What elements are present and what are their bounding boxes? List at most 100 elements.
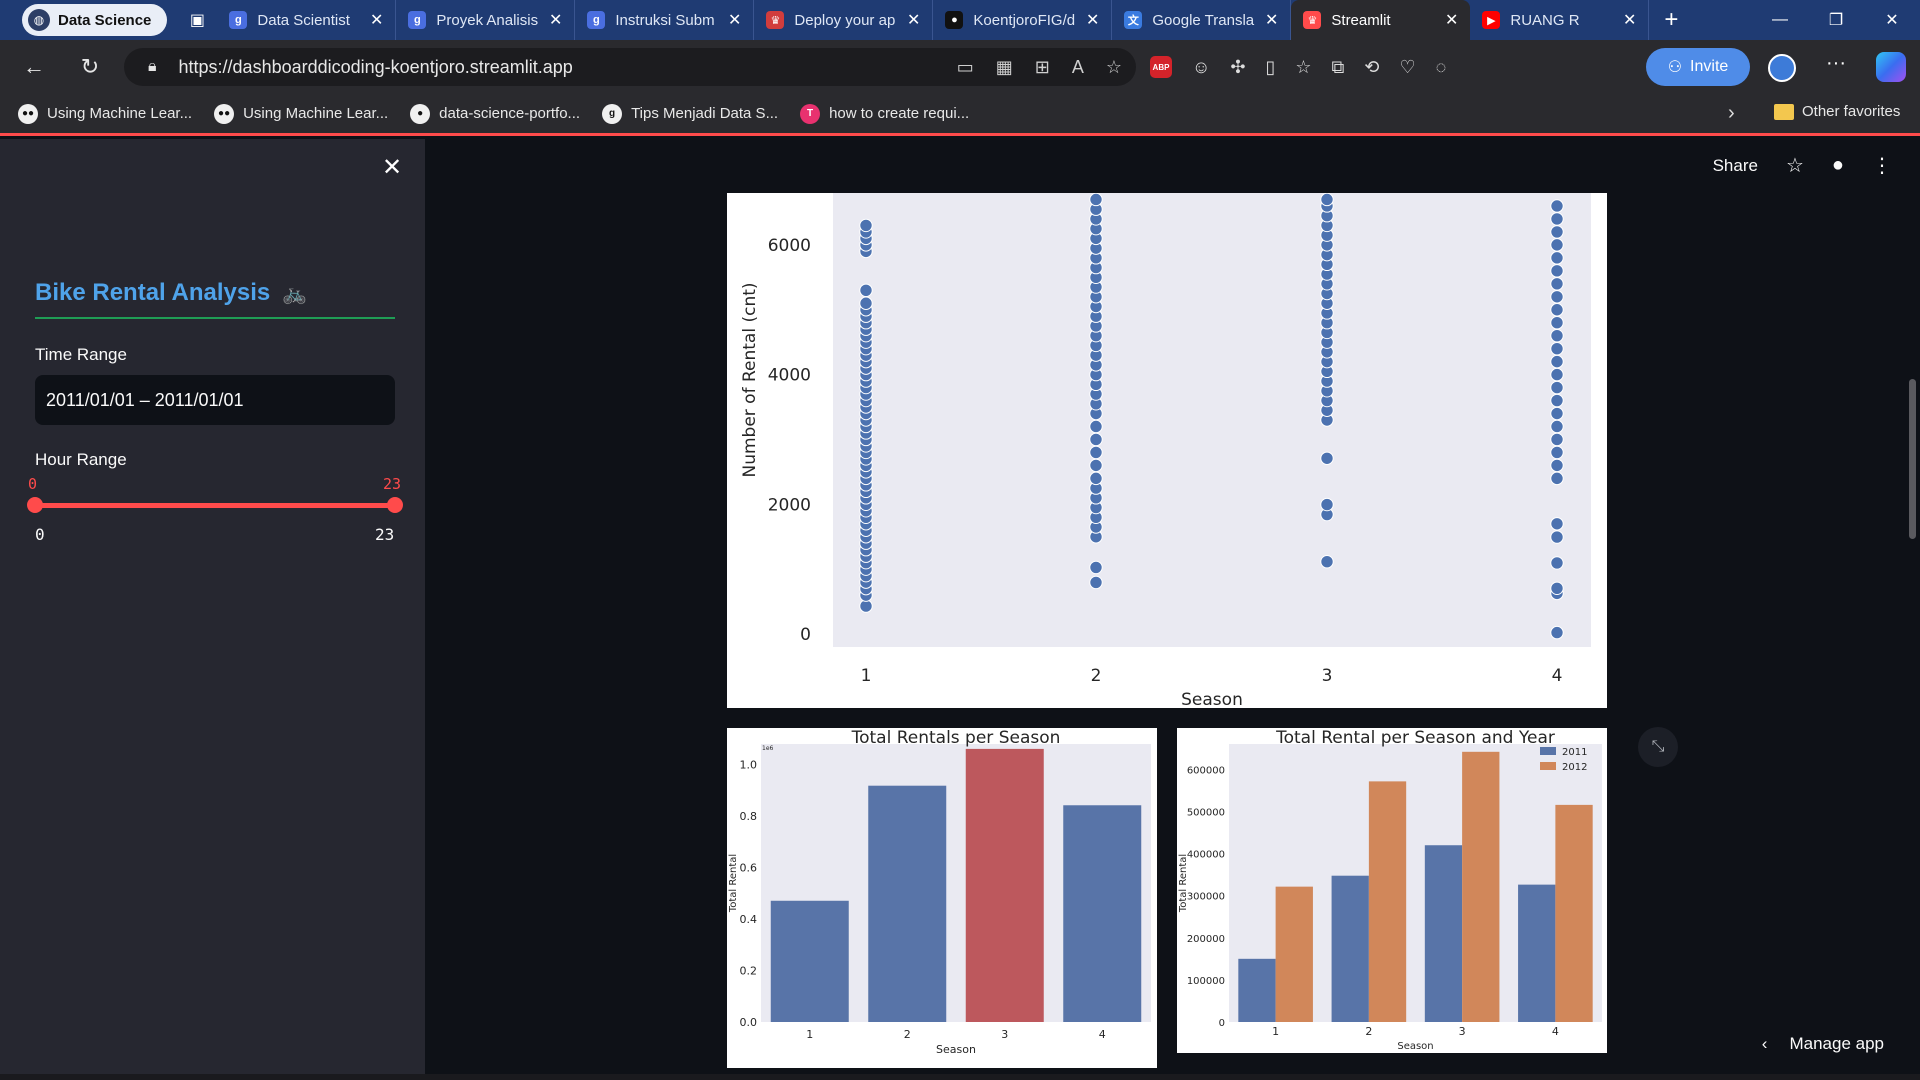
star-icon[interactable]: ☆ — [1786, 153, 1804, 178]
browser-tab[interactable]: ♛ Deploy your ap ✕ — [754, 0, 934, 40]
new-tab-button[interactable]: + — [1649, 0, 1693, 40]
bookmark-item[interactable]: ●● Using Machine Lear... — [18, 103, 192, 124]
time-range-input[interactable]: 2011/01/01 – 2011/01/01 — [35, 375, 395, 425]
hour-min-handle[interactable] — [27, 497, 43, 513]
qr-icon[interactable]: ▦ — [996, 57, 1013, 78]
bookmark-label: how to create requi... — [829, 105, 970, 122]
hour-max-value: 23 — [383, 475, 402, 493]
bookmark-item[interactable]: ● data-science-portfo... — [410, 103, 580, 124]
close-tab-icon[interactable]: ✕ — [728, 10, 741, 30]
bookmarks-overflow-icon[interactable]: › — [1728, 102, 1735, 125]
favorites-icon[interactable]: ☆ — [1295, 57, 1311, 78]
avatar[interactable] — [1768, 54, 1796, 82]
bar-2012 — [1555, 804, 1593, 1022]
bookmark-item[interactable]: ●● Using Machine Lear... — [214, 103, 389, 124]
bar-2012 — [1462, 751, 1500, 1022]
extensions-grid-icon[interactable]: ⊞ — [1035, 57, 1050, 78]
x-tick-label: 3 — [1001, 1028, 1008, 1041]
bookmark-item[interactable]: Thow to create requi... — [800, 103, 970, 124]
copilot-icon[interactable] — [1876, 52, 1906, 82]
extensions-icon[interactable]: ✣ — [1230, 57, 1245, 78]
close-sidebar-icon[interactable]: ✕ — [382, 153, 402, 182]
tab-actions-icon[interactable]: ▣ — [177, 0, 217, 40]
legend-label: 2012 — [1562, 762, 1587, 773]
scatter-point — [1550, 432, 1564, 447]
close-tab-icon[interactable]: ✕ — [1445, 10, 1458, 30]
y-tick-label: 100000 — [1187, 976, 1225, 987]
close-tab-icon[interactable]: ✕ — [1086, 10, 1099, 30]
y-tick-label: 300000 — [1187, 892, 1225, 903]
browser-tab[interactable]: g Instruksi Subm ✕ — [575, 0, 755, 40]
close-tab-icon[interactable]: ✕ — [1623, 10, 1636, 30]
history-icon[interactable]: ⟲ — [1364, 57, 1379, 78]
close-tab-icon[interactable]: ✕ — [549, 10, 562, 30]
browser-tab[interactable]: g Data Scientist ✕ — [217, 0, 397, 40]
scatter-point — [1550, 277, 1564, 291]
invite-button[interactable]: ⚇ Invite — [1646, 48, 1750, 86]
x-axis-label: Season — [936, 1043, 976, 1056]
bar-2011 — [1238, 958, 1276, 1022]
crown-icon: ♛ — [1303, 11, 1322, 29]
scatter-point — [859, 283, 873, 297]
folder-icon — [1774, 103, 1794, 120]
scatter-point — [1550, 458, 1564, 473]
menu-icon[interactable]: ⋮ — [1872, 153, 1892, 178]
scrollbar[interactable] — [1909, 379, 1916, 539]
scatter-point — [1550, 393, 1564, 408]
performance-icon[interactable]: ♡ — [1399, 57, 1415, 78]
y-axis-label: Total Rental — [1178, 854, 1189, 913]
bookmark-item[interactable]: g Tips Menjadi Data S... — [602, 103, 778, 124]
read-aloud-icon[interactable]: A — [1072, 57, 1084, 78]
x-tick-label: 1 — [861, 666, 872, 686]
scatter-figure: 0 2000 4000 6000 1 2 3 4 Season Number of Rental … — [727, 193, 1607, 708]
hour-range-slider[interactable] — [35, 503, 395, 508]
adblock-icon[interactable]: ABP — [1150, 56, 1172, 78]
other-favorites[interactable]: Other favorites — [1774, 103, 1900, 120]
chat-icon[interactable]: ◌ — [1436, 57, 1447, 78]
browser-tab[interactable]: ● KoentjoroFIG/d ✕ — [933, 0, 1113, 40]
x-tick-label: 4 — [1552, 666, 1563, 686]
share-button[interactable]: Share — [1713, 156, 1758, 176]
season-bar-chart: Total Rentals per Season 1e6 0.0 0.2 0.4 0.6 0… — [728, 728, 1151, 1056]
app-header: Share ☆ ● ⋮ — [1713, 153, 1892, 178]
expand-chart-icon[interactable]: ⤡ — [1638, 727, 1678, 767]
manage-app-button[interactable]: ‹ Manage app — [1762, 1034, 1884, 1054]
other-favorites-label: Other favorites — [1802, 103, 1901, 120]
bar-2011 — [1331, 875, 1369, 1022]
profile-button[interactable]: ◍ Data Science — [22, 4, 168, 36]
x-tick-label: 4 — [1552, 1025, 1559, 1038]
split-screen-icon[interactable]: ▯ — [1265, 57, 1275, 78]
restore-icon[interactable]: ❐ — [1808, 0, 1864, 40]
scatter-point — [1550, 303, 1564, 317]
url-text[interactable]: https://dashboarddicoding-koentjoro.stre… — [179, 57, 573, 78]
invite-icon: ⚇ — [1667, 59, 1683, 76]
browser-tab[interactable]: ♛ Streamlit ✕ — [1291, 0, 1471, 40]
translate-icon: 文 — [1124, 11, 1143, 29]
scatter-point — [1089, 471, 1103, 486]
hour-max-handle[interactable] — [387, 497, 403, 513]
browser-tab[interactable]: 文 Google Transla ✕ — [1112, 0, 1292, 40]
y-tick-label: 0 — [1219, 1018, 1225, 1029]
browser-tab[interactable]: ▶ RUANG R ✕ — [1470, 0, 1650, 40]
github-icon[interactable]: ● — [1832, 154, 1844, 177]
minimize-icon[interactable]: — — [1752, 0, 1808, 40]
scatter-point — [1550, 290, 1564, 304]
app-available-icon[interactable]: ▭ — [957, 57, 974, 78]
refresh-icon[interactable]: ↻ — [62, 40, 118, 94]
close-tab-icon[interactable]: ✕ — [370, 10, 383, 30]
scatter-point — [1320, 193, 1334, 207]
extension-face-icon[interactable]: ☺ — [1192, 57, 1210, 78]
collections-icon[interactable]: ⧉ — [1332, 57, 1345, 78]
close-window-icon[interactable]: ✕ — [1864, 0, 1920, 40]
legend-label: 2011 — [1562, 747, 1587, 758]
bookmark-label: Using Machine Lear... — [243, 105, 389, 122]
scatter-point — [1089, 445, 1103, 460]
back-icon[interactable]: ← — [6, 40, 62, 94]
close-tab-icon[interactable]: ✕ — [1265, 10, 1278, 30]
browser-tab[interactable]: g Proyek Analisis ✕ — [396, 0, 576, 40]
x-tick-label: 4 — [1099, 1028, 1106, 1041]
more-options-icon[interactable]: ··· — [1826, 52, 1846, 75]
url-bar[interactable]: 🔒︎ https://dashboarddicoding-koentjoro.s… — [124, 48, 1136, 86]
close-tab-icon[interactable]: ✕ — [907, 10, 920, 30]
favorite-star-icon[interactable]: ☆ — [1106, 57, 1122, 78]
